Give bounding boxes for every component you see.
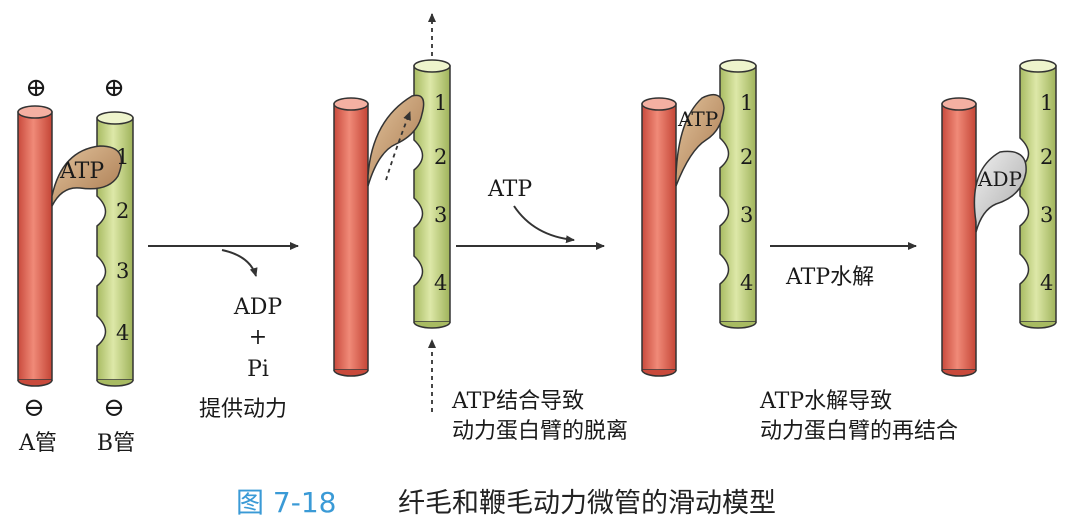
site-1-label: 1 <box>1040 91 1053 115</box>
atp-input-text: ATP <box>487 177 532 202</box>
site-1-label: 1 <box>434 91 447 115</box>
site-2-label: 2 <box>434 145 447 169</box>
arm-label: ATP <box>59 159 104 184</box>
label-a-tube: A管 <box>18 431 57 456</box>
site-2-label: 2 <box>116 199 129 223</box>
dynein-arm <box>973 150 1027 233</box>
panel-4: ADP 1 2 3 4 <box>941 59 1057 377</box>
a-tubule <box>17 105 53 387</box>
arrow-step-2: ATP ATP结合导致 动力蛋白臂的脱离 <box>451 177 628 444</box>
a-tubule <box>941 97 977 377</box>
site-2-label: 2 <box>740 145 753 169</box>
plus-sign-b: ⊕ <box>103 73 125 103</box>
site-1-label: 1 <box>740 91 753 115</box>
hydrolysis-note-line2: 动力蛋白臂的再结合 <box>760 419 958 444</box>
site-3-label: 3 <box>434 203 447 227</box>
arm-label: ADP <box>977 167 1022 191</box>
plus-sign-a: ⊕ <box>25 73 47 103</box>
panel-3: ATP 1 2 3 4 <box>641 59 757 377</box>
arrow-step-3: ATP水解 ATP水解导致 动力蛋白臂的再结合 <box>759 242 958 444</box>
panel-1: ⊕ ⊕ ATP 1 2 3 4 ⊖ ⊖ A管 B管 <box>17 73 135 456</box>
pi-text: Pi <box>247 357 269 382</box>
microtubule-sliding-diagram: ⊕ ⊕ ATP 1 2 3 4 ⊖ ⊖ A管 B管 ADP + Pi 提供动力 … <box>17 13 1057 519</box>
atp-binding-note-line2: 动力蛋白臂的脱离 <box>452 419 628 444</box>
site-4-label: 4 <box>434 271 447 295</box>
site-3-label: 3 <box>740 203 753 227</box>
atp-binding-note-line1: ATP结合导致 <box>451 389 584 414</box>
a-tubule <box>641 97 677 377</box>
site-3-label: 3 <box>1040 203 1053 227</box>
arm-label: ATP <box>677 107 718 131</box>
arrow-step-1: ADP + Pi 提供动力 <box>148 242 299 422</box>
plus-text: + <box>249 325 267 350</box>
site-4-label: 4 <box>1040 271 1053 295</box>
provide-power-text: 提供动力 <box>199 397 287 422</box>
label-b-tube: B管 <box>97 431 135 456</box>
site-2-label: 2 <box>1040 145 1053 169</box>
site-4-label: 4 <box>116 321 129 345</box>
adp-text: ADP <box>233 295 283 320</box>
minus-sign-a: ⊖ <box>23 393 45 423</box>
site-3-label: 3 <box>116 259 129 283</box>
a-tubule <box>333 97 369 377</box>
figure-title: 纤毛和鞭毛动力微管的滑动模型 <box>398 488 776 519</box>
panel-2: 1 2 3 4 <box>333 13 451 412</box>
atp-hydrolysis-text: ATP水解 <box>785 265 874 290</box>
hydrolysis-note-line1: ATP水解导致 <box>759 389 892 414</box>
figure-caption: 图 7-18 纤毛和鞭毛动力微管的滑动模型 <box>236 486 776 519</box>
minus-sign-b: ⊖ <box>103 393 125 423</box>
site-4-label: 4 <box>740 271 753 295</box>
site-1-label: 1 <box>116 145 129 169</box>
figure-number: 图 7-18 <box>236 486 336 519</box>
